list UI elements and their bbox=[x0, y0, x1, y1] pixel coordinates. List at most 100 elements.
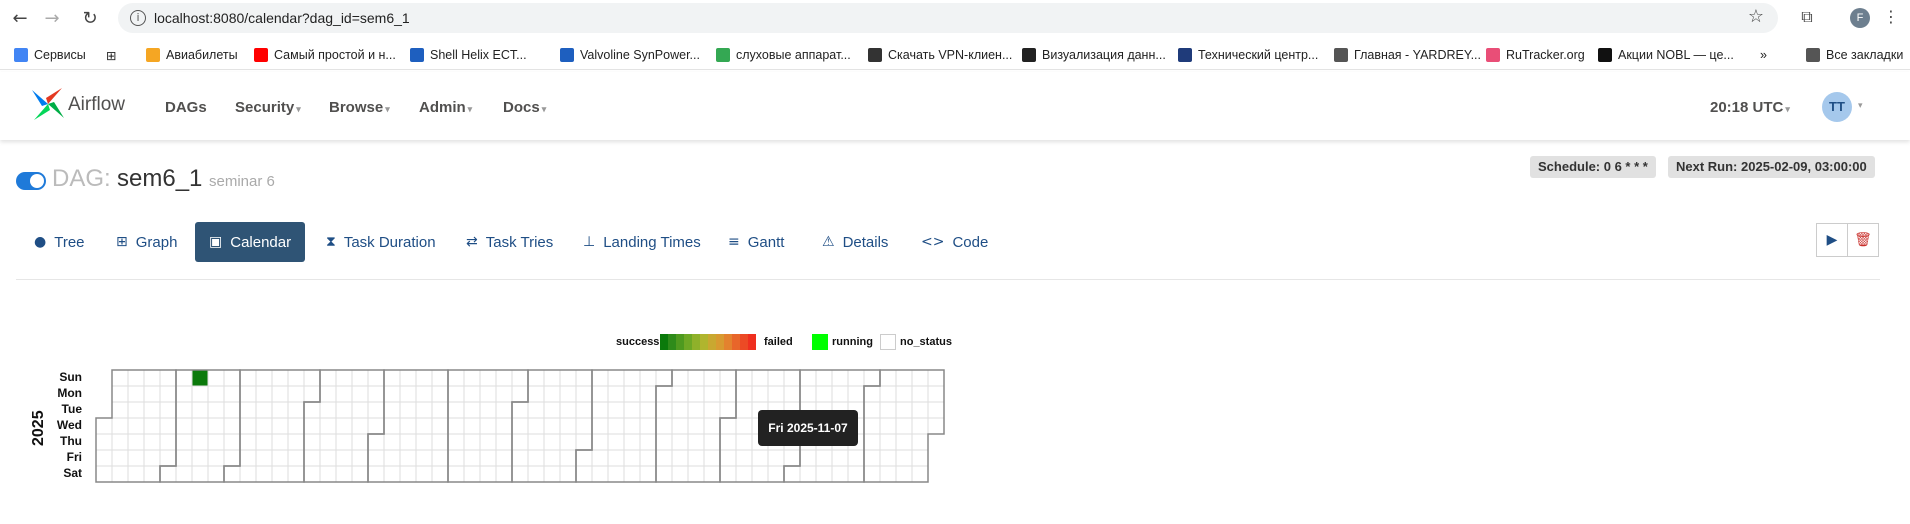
calendar-day-cell[interactable] bbox=[911, 433, 929, 451]
calendar-day-cell[interactable] bbox=[687, 433, 705, 451]
calendar-day-cell[interactable] bbox=[415, 369, 433, 387]
forward-icon[interactable]: → bbox=[40, 6, 64, 30]
calendar-day-cell[interactable] bbox=[319, 417, 337, 435]
calendar-day-cell[interactable] bbox=[543, 433, 561, 451]
calendar-day-cell[interactable] bbox=[399, 385, 417, 403]
calendar-day-cell[interactable] bbox=[271, 465, 289, 483]
calendar-day-cell[interactable] bbox=[719, 417, 737, 435]
calendar-day-cell[interactable] bbox=[927, 385, 945, 403]
calendar-day-cell[interactable] bbox=[511, 369, 529, 387]
calendar-day-cell[interactable] bbox=[815, 465, 833, 483]
calendar-day-cell[interactable] bbox=[703, 385, 721, 403]
apps-grid-icon[interactable]: ⊞ bbox=[106, 46, 116, 64]
calendar-day-cell[interactable] bbox=[111, 369, 129, 387]
calendar-day-cell[interactable] bbox=[143, 417, 161, 435]
calendar-day-cell[interactable] bbox=[383, 385, 401, 403]
calendar-day-cell[interactable] bbox=[367, 369, 385, 387]
calendar-day-cell[interactable] bbox=[783, 385, 801, 403]
calendar-day-cell[interactable] bbox=[607, 417, 625, 435]
menu-admin[interactable]: Admin ▾ bbox=[419, 99, 472, 116]
calendar-day-cell[interactable] bbox=[191, 369, 209, 387]
calendar-day-cell[interactable] bbox=[527, 385, 545, 403]
calendar-day-cell[interactable] bbox=[175, 369, 193, 387]
calendar-day-cell[interactable] bbox=[191, 417, 209, 435]
calendar-day-cell[interactable] bbox=[879, 369, 897, 387]
calendar-day-cell[interactable] bbox=[671, 401, 689, 419]
calendar-day-cell[interactable] bbox=[511, 433, 529, 451]
calendar-day-cell[interactable] bbox=[607, 433, 625, 451]
calendar-day-cell[interactable] bbox=[751, 465, 769, 483]
calendar-day-cell[interactable] bbox=[383, 401, 401, 419]
calendar-day-cell[interactable] bbox=[207, 401, 225, 419]
calendar-day-cell[interactable] bbox=[559, 417, 577, 435]
calendar-day-cell[interactable] bbox=[815, 449, 833, 467]
calendar-day-cell[interactable] bbox=[735, 417, 753, 435]
calendar-day-cell[interactable] bbox=[591, 385, 609, 403]
calendar-day-cell[interactable] bbox=[207, 465, 225, 483]
calendar-day-cell[interactable] bbox=[895, 369, 913, 387]
calendar-day-cell[interactable] bbox=[303, 401, 321, 419]
calendar-day-cell[interactable] bbox=[95, 449, 113, 467]
calendar-day-cell[interactable] bbox=[399, 417, 417, 435]
calendar-day-cell[interactable] bbox=[239, 433, 257, 451]
calendar-day-cell[interactable] bbox=[159, 417, 177, 435]
menu-docs[interactable]: Docs ▾ bbox=[503, 99, 546, 116]
calendar-day-cell[interactable] bbox=[495, 385, 513, 403]
calendar-day-cell[interactable] bbox=[239, 449, 257, 467]
calendar-day-cell[interactable] bbox=[271, 369, 289, 387]
calendar-day-cell[interactable] bbox=[463, 401, 481, 419]
calendar-day-cell[interactable] bbox=[767, 385, 785, 403]
calendar-day-cell[interactable] bbox=[191, 433, 209, 451]
calendar-day-cell[interactable] bbox=[559, 369, 577, 387]
calendar-day-cell[interactable] bbox=[623, 433, 641, 451]
calendar-day-cell[interactable] bbox=[367, 385, 385, 403]
calendar-day-cell[interactable] bbox=[543, 401, 561, 419]
calendar-day-cell[interactable] bbox=[447, 385, 465, 403]
calendar-day-cell[interactable] bbox=[591, 449, 609, 467]
calendar-day-cell[interactable] bbox=[207, 417, 225, 435]
calendar-day-cell[interactable] bbox=[511, 465, 529, 483]
calendar-day-cell[interactable] bbox=[463, 385, 481, 403]
calendar-day-cell[interactable] bbox=[479, 433, 497, 451]
calendar-day-cell[interactable] bbox=[367, 465, 385, 483]
bookmark-item[interactable]: RuTracker.org bbox=[1486, 46, 1585, 64]
calendar-day-cell[interactable] bbox=[911, 369, 929, 387]
calendar-day-cell[interactable] bbox=[671, 369, 689, 387]
calendar-day-cell[interactable] bbox=[639, 417, 657, 435]
calendar-day-cell[interactable] bbox=[399, 401, 417, 419]
calendar-day-cell[interactable] bbox=[463, 417, 481, 435]
calendar-day-cell[interactable] bbox=[655, 465, 673, 483]
calendar-day-cell[interactable] bbox=[351, 449, 369, 467]
calendar-day-cell[interactable] bbox=[895, 401, 913, 419]
calendar-day-cell[interactable] bbox=[799, 449, 817, 467]
calendar-day-cell[interactable] bbox=[591, 465, 609, 483]
airflow-logo-icon[interactable] bbox=[28, 84, 68, 124]
calendar-day-cell[interactable] bbox=[303, 417, 321, 435]
calendar-day-cell[interactable] bbox=[847, 465, 865, 483]
calendar-day-cell[interactable] bbox=[159, 449, 177, 467]
calendar-day-cell[interactable] bbox=[95, 433, 113, 451]
calendar-day-cell[interactable] bbox=[303, 433, 321, 451]
calendar-day-cell[interactable] bbox=[607, 385, 625, 403]
calendar-day-cell[interactable] bbox=[671, 417, 689, 435]
calendar-day-cell[interactable] bbox=[287, 433, 305, 451]
calendar-day-cell[interactable] bbox=[351, 465, 369, 483]
calendar-day-cell[interactable] bbox=[143, 433, 161, 451]
calendar-day-cell[interactable] bbox=[463, 449, 481, 467]
calendar-day-cell[interactable] bbox=[911, 449, 929, 467]
calendar-day-cell[interactable] bbox=[223, 465, 241, 483]
calendar-day-cell[interactable] bbox=[415, 433, 433, 451]
calendar-day-cell[interactable] bbox=[111, 385, 129, 403]
calendar-day-cell[interactable] bbox=[847, 449, 865, 467]
calendar-day-cell[interactable] bbox=[511, 401, 529, 419]
calendar-day-cell[interactable] bbox=[639, 465, 657, 483]
calendar-day-cell[interactable] bbox=[799, 369, 817, 387]
calendar-day-cell[interactable] bbox=[447, 433, 465, 451]
calendar-day-cell[interactable] bbox=[111, 401, 129, 419]
calendar-day-cell[interactable] bbox=[767, 465, 785, 483]
calendar-day-cell[interactable] bbox=[527, 401, 545, 419]
calendar-day-cell[interactable] bbox=[687, 385, 705, 403]
calendar-day-cell[interactable] bbox=[431, 433, 449, 451]
calendar-day-cell[interactable] bbox=[351, 433, 369, 451]
calendar-day-cell[interactable] bbox=[623, 401, 641, 419]
